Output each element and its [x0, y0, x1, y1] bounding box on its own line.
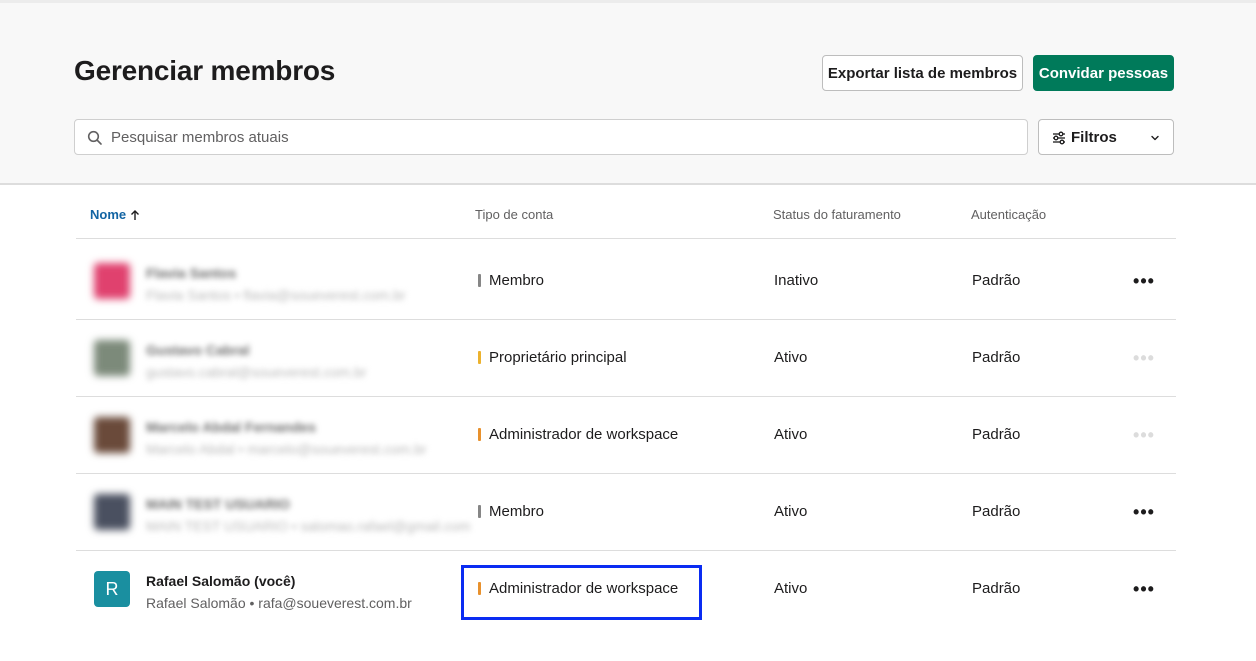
chevron-down-icon [1151, 135, 1159, 141]
highlight-box [461, 565, 702, 620]
account-type-label: Proprietário principal [489, 349, 627, 366]
export-members-button[interactable]: Exportar lista de membros [822, 55, 1023, 91]
column-header-name-label: Nome [90, 207, 127, 222]
account-type-label: Membro [489, 272, 545, 289]
member-name: Marcelo Abdal Fernandes [146, 419, 316, 435]
auth-method: Padrão [972, 503, 1021, 520]
billing-status: Ativo [774, 503, 808, 520]
member-email: MAIN TEST USUARIO • salomao.rafael@gmail… [146, 518, 471, 534]
table-row[interactable]: Marcelo Abdal Fernandes Marcelo Abdal • … [76, 397, 1176, 474]
billing-status: Ativo [774, 426, 808, 443]
auth-method: Padrão [972, 272, 1021, 289]
page-title: Gerenciar membros [74, 55, 336, 86]
filters-label: Filtros [1071, 129, 1117, 146]
search-box[interactable] [74, 119, 1028, 155]
sliders-icon [1053, 131, 1065, 145]
account-type-label: Membro [489, 503, 545, 520]
account-type: Membro [478, 272, 544, 289]
account-type-indicator [478, 505, 481, 518]
member-name: Gustavo Cabral [146, 342, 250, 358]
arrow-up-icon [131, 209, 140, 220]
account-type: Membro [478, 503, 544, 520]
column-header-billing[interactable]: Status do faturamento [773, 207, 901, 222]
table-row[interactable]: MAIN TEST USUARIO MAIN TEST USUARIO • sa… [76, 474, 1176, 551]
avatar [94, 494, 130, 530]
filters-dropdown[interactable]: Filtros [1038, 119, 1174, 155]
auth-method: Padrão [972, 349, 1021, 366]
column-header-name[interactable]: Nome [90, 207, 140, 222]
member-email: Flavia Santos • flavia@soueverest.com.br [146, 287, 406, 303]
member-email: Rafael Salomão • rafa@soueverest.com.br [146, 595, 412, 611]
invite-people-button[interactable]: Convidar pessoas [1033, 55, 1174, 91]
more-options-icon: ••• [1133, 424, 1155, 445]
more-options-icon: ••• [1133, 347, 1155, 368]
auth-method: Padrão [972, 580, 1021, 597]
member-name: Rafael Salomão (você) [146, 573, 296, 589]
member-email: Marcelo Abdal • marcelo@soueverest.com.b… [146, 441, 427, 457]
column-header-type[interactable]: Tipo de conta [475, 207, 553, 222]
account-type: Proprietário principal [478, 349, 627, 366]
billing-status: Ativo [774, 349, 808, 366]
member-name: Flavia Santos [146, 265, 237, 281]
more-options-icon[interactable]: ••• [1132, 502, 1156, 522]
table-row[interactable]: Gustavo Cabral gustavo.cabral@soueverest… [76, 320, 1176, 397]
account-type-indicator [478, 274, 481, 287]
billing-status: Inativo [774, 272, 819, 289]
table-divider [76, 238, 1176, 239]
member-name: MAIN TEST USUARIO [146, 496, 290, 512]
avatar [94, 263, 130, 299]
page-header: Gerenciar membros Exportar lista de memb… [0, 0, 1256, 185]
account-type-label: Administrador de workspace [489, 426, 679, 443]
search-input[interactable] [111, 120, 1011, 154]
avatar: R [94, 571, 130, 607]
billing-status: Ativo [774, 580, 808, 597]
search-icon [87, 130, 102, 145]
account-type: Administrador de workspace [478, 426, 678, 443]
more-options-icon[interactable]: ••• [1132, 579, 1156, 599]
member-email: gustavo.cabral@soueverest.com.br [146, 364, 367, 380]
avatar [94, 340, 130, 376]
account-type-indicator [478, 351, 481, 364]
column-header-auth[interactable]: Autenticação [971, 207, 1046, 222]
auth-method: Padrão [972, 426, 1021, 443]
avatar [94, 417, 130, 453]
more-options-icon[interactable]: ••• [1132, 271, 1156, 291]
table-row[interactable]: Flavia Santos Flavia Santos • flavia@sou… [76, 243, 1176, 320]
account-type-indicator [478, 428, 481, 441]
